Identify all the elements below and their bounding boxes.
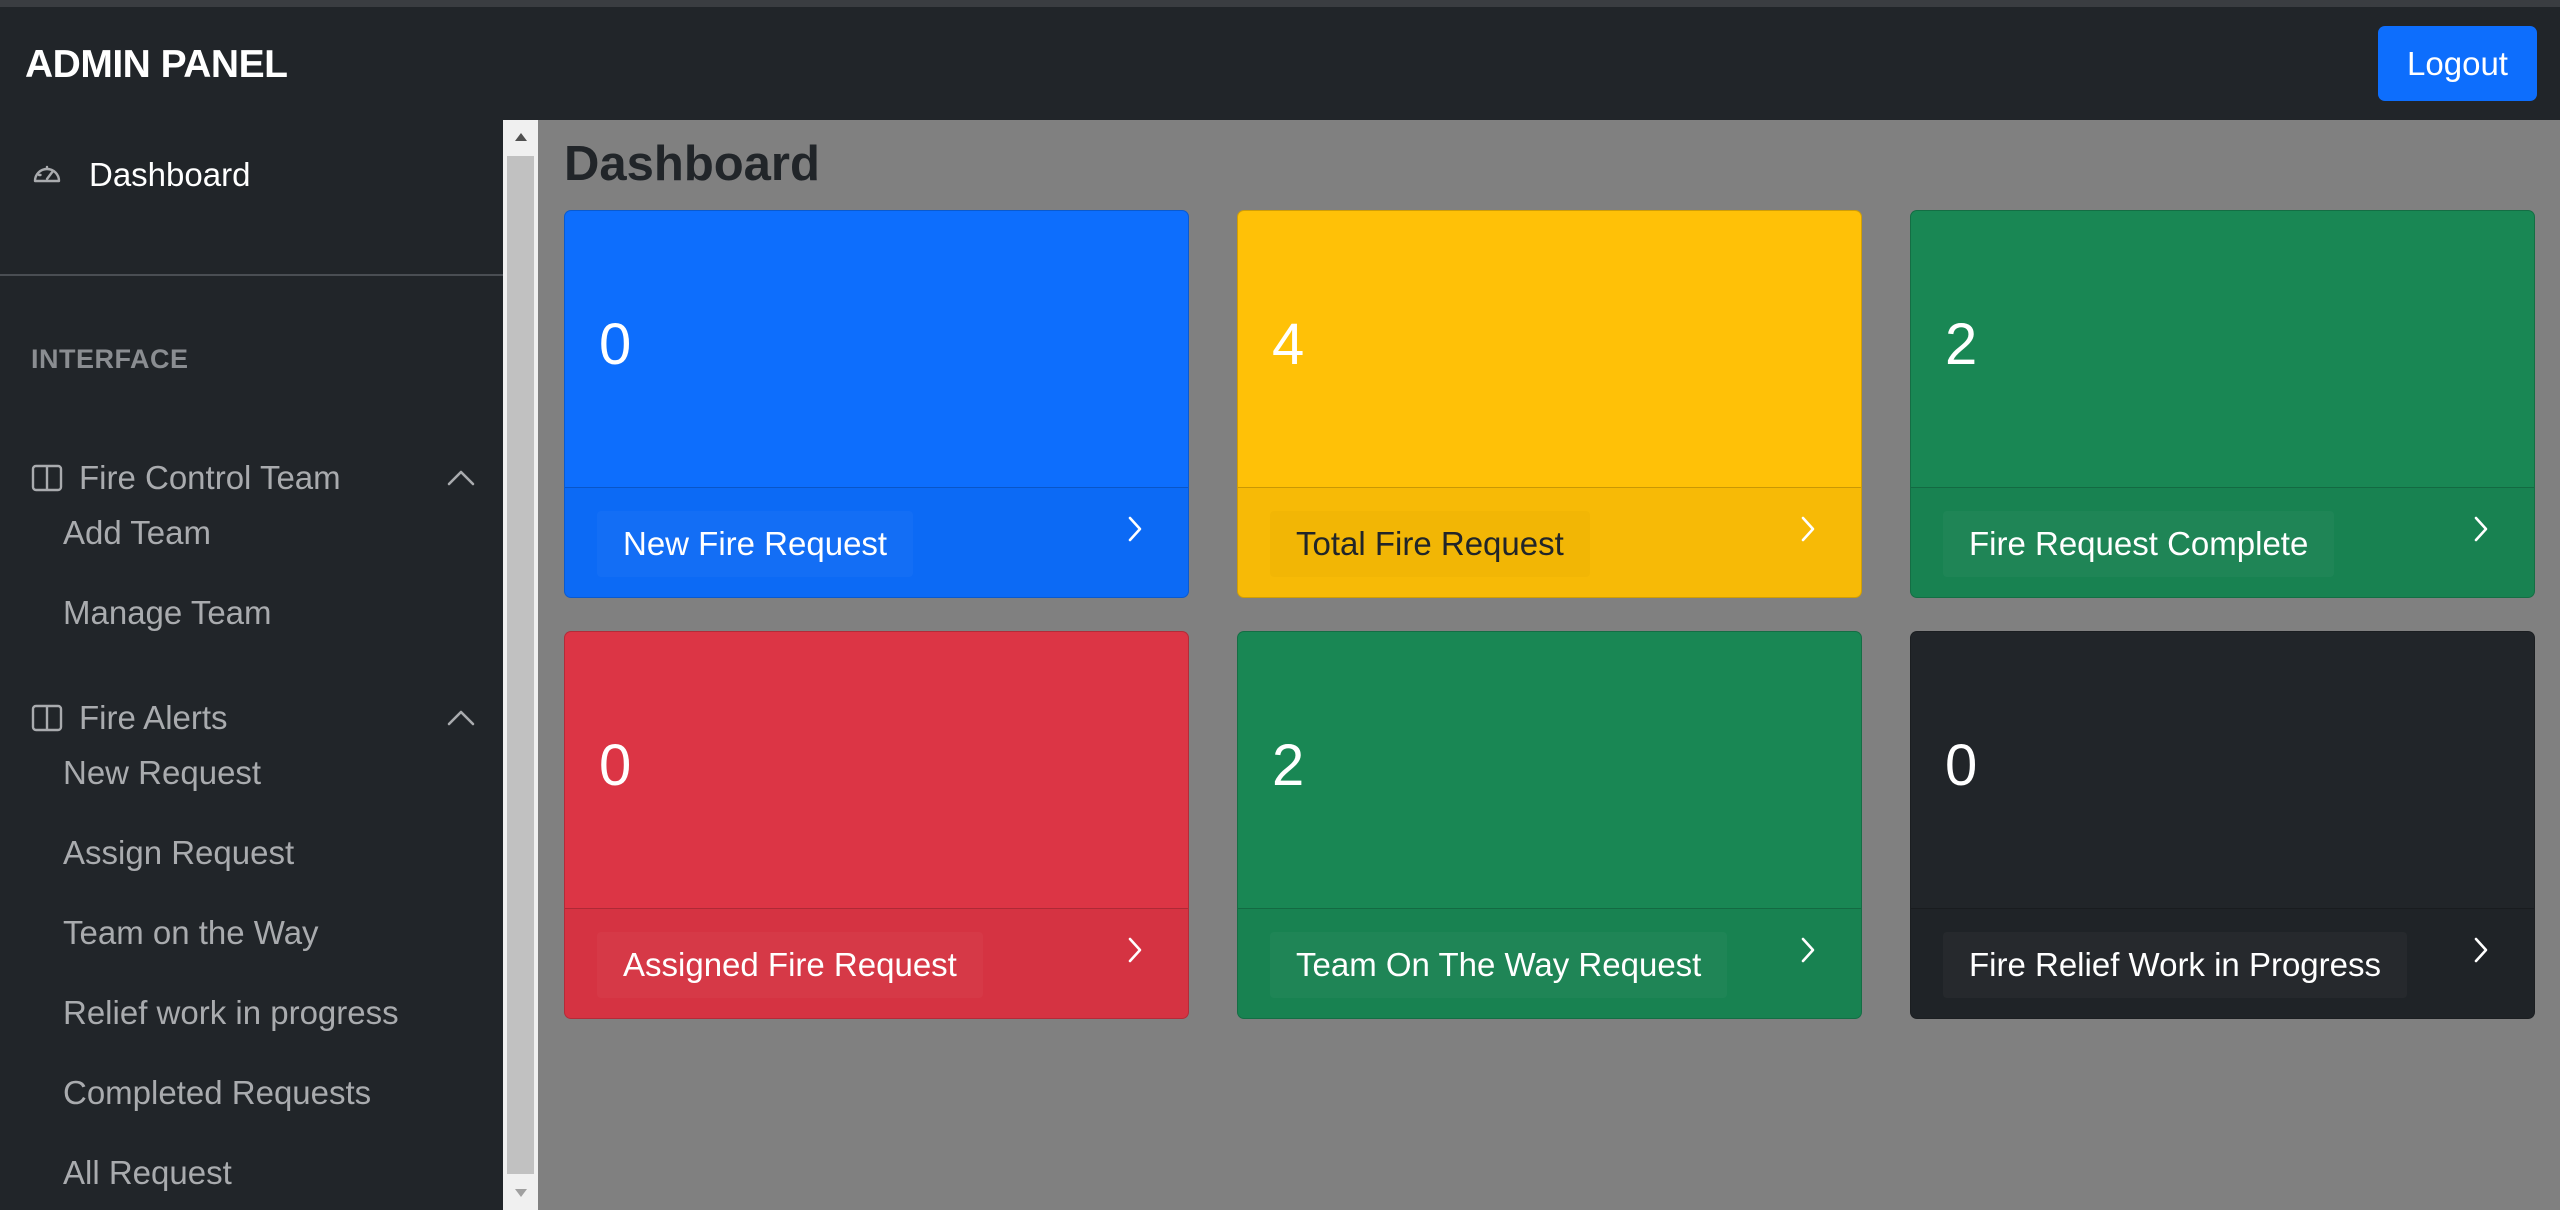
chevron-right-icon[interactable] <box>1793 510 1823 548</box>
sidebar-group-label: Fire Control Team <box>79 459 341 496</box>
sidebar-item-dashboard[interactable]: Dashboard <box>31 150 250 200</box>
sidebar-item-completed-requests[interactable]: Completed Requests <box>63 1068 371 1118</box>
columns-icon <box>31 462 63 494</box>
stat-value: 0 <box>599 733 632 798</box>
sidebar-item-all-request[interactable]: All Request <box>63 1148 232 1198</box>
stat-card-assigned-fire-request: 0 Assigned Fire Request <box>564 631 1189 1019</box>
chevron-up-icon <box>445 462 477 494</box>
stat-value: 0 <box>599 312 632 377</box>
card-link[interactable]: Fire Relief Work in Progress <box>1943 932 2407 998</box>
speedometer-icon <box>31 159 63 191</box>
chevron-right-icon[interactable] <box>2466 510 2496 548</box>
stat-card-team-on-the-way: 2 Team On The Way Request <box>1237 631 1862 1019</box>
card-footer: New Fire Request <box>565 487 1188 597</box>
sidebar-item-add-team[interactable]: Add Team <box>63 508 211 558</box>
scroll-up-arrow-icon[interactable] <box>503 120 538 154</box>
stat-value: 2 <box>1272 733 1305 798</box>
sidebar-section-heading: INTERFACE <box>31 344 189 374</box>
sidebar-group-fire-control-team[interactable]: Fire Control Team <box>31 453 477 503</box>
card-footer: Assigned Fire Request <box>565 908 1188 1018</box>
chevron-up-icon <box>445 702 477 734</box>
card-footer: Fire Relief Work in Progress <box>1911 908 2534 1018</box>
logout-button[interactable]: Logout <box>2378 26 2537 101</box>
stat-card-relief-work-in-progress: 0 Fire Relief Work in Progress <box>1910 631 2535 1019</box>
chevron-right-icon[interactable] <box>1120 931 1150 969</box>
stat-card-new-fire-request: 0 New Fire Request <box>564 210 1189 598</box>
card-footer: Team On The Way Request <box>1238 908 1861 1018</box>
brand-title[interactable]: ADMIN PANEL <box>25 43 288 87</box>
sidebar-divider <box>0 274 503 276</box>
stat-card-total-fire-request: 4 Total Fire Request <box>1237 210 1862 598</box>
chevron-right-icon[interactable] <box>2466 931 2496 969</box>
stat-value: 4 <box>1272 312 1305 377</box>
card-link[interactable]: Assigned Fire Request <box>597 932 983 998</box>
scrollbar-thumb[interactable] <box>507 156 534 1174</box>
stat-value: 0 <box>1945 733 1978 798</box>
columns-icon <box>31 702 63 734</box>
sidebar-item-team-on-the-way[interactable]: Team on the Way <box>63 908 319 958</box>
card-link[interactable]: Team On The Way Request <box>1270 932 1727 998</box>
card-link[interactable]: Total Fire Request <box>1270 511 1590 577</box>
sidebar-group-label: Fire Alerts <box>79 699 228 736</box>
sidebar-scrollbar[interactable] <box>503 120 538 1210</box>
card-footer: Fire Request Complete <box>1911 487 2534 597</box>
sidebar-item-relief-work[interactable]: Relief work in progress <box>63 988 399 1038</box>
sidebar-item-label: Dashboard <box>89 156 251 193</box>
sidebar-item-assign-request[interactable]: Assign Request <box>63 828 294 878</box>
stat-value: 2 <box>1945 312 1978 377</box>
chevron-right-icon[interactable] <box>1120 510 1150 548</box>
window-top-edge <box>0 0 2560 7</box>
card-link[interactable]: New Fire Request <box>597 511 913 577</box>
sidebar-item-new-request[interactable]: New Request <box>63 748 261 798</box>
stat-card-fire-request-complete: 2 Fire Request Complete <box>1910 210 2535 598</box>
chevron-right-icon[interactable] <box>1793 931 1823 969</box>
card-link[interactable]: Fire Request Complete <box>1943 511 2334 577</box>
sidebar: Dashboard INTERFACE Fire Control Team Ad… <box>0 120 503 1210</box>
sidebar-item-manage-team[interactable]: Manage Team <box>63 588 272 638</box>
top-navbar: ADMIN PANEL Logout <box>0 7 2560 120</box>
card-footer: Total Fire Request <box>1238 487 1861 597</box>
page-title: Dashboard <box>564 137 820 191</box>
scroll-down-arrow-icon[interactable] <box>503 1176 538 1210</box>
sidebar-group-fire-alerts[interactable]: Fire Alerts <box>31 693 477 743</box>
